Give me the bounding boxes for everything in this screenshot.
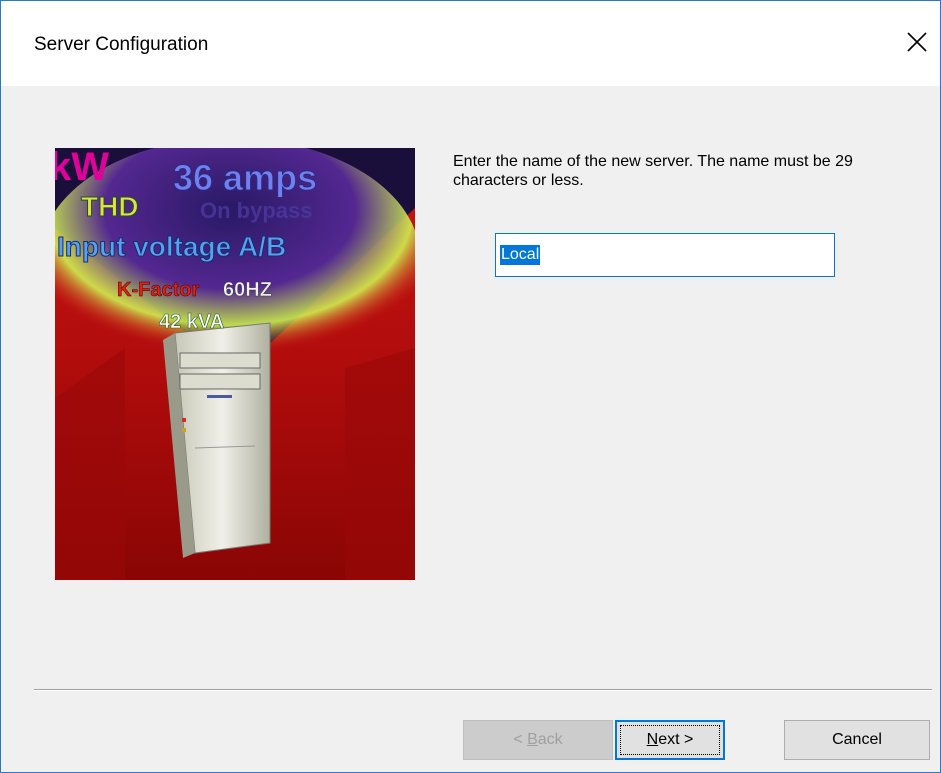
k-factor-text: K-Factor [117,279,199,301]
focus-rectangle [620,725,720,755]
hz-text: 60HZ [223,279,272,301]
next-button[interactable]: Next > [615,720,725,760]
dialog-window: Server Configuration kW 36 amps On bypas… [0,0,941,773]
cancel-button[interactable]: Cancel [784,720,930,760]
amps-text: 36 amps [173,157,317,198]
separator [34,689,932,691]
on-bypass-text: On bypass [200,198,312,223]
window-title: Server Configuration [34,34,209,55]
back-button[interactable]: < Back [463,720,613,760]
back-button-prefix: < [513,731,528,748]
server-illustration: kW 36 amps On bypass THD Input voltage A… [55,148,415,580]
back-button-mnemonic: B [527,731,538,748]
thd-text: THD [81,191,139,222]
close-button[interactable] [894,19,940,65]
kw-text: kW [55,148,109,189]
server-name-value: Local [500,245,541,265]
instruction-text: Enter the name of the new server. The na… [453,153,853,189]
close-icon [907,32,927,52]
kva-text: 42 kVA [159,311,224,333]
title-bar[interactable]: Server Configuration [1,1,940,86]
server-name-input[interactable]: Local [495,233,835,277]
server-tower-illustration-icon: kW 36 amps On bypass THD Input voltage A… [55,148,415,580]
back-button-rest: ack [537,731,563,748]
input-voltage-text: Input voltage A/B [57,231,286,262]
